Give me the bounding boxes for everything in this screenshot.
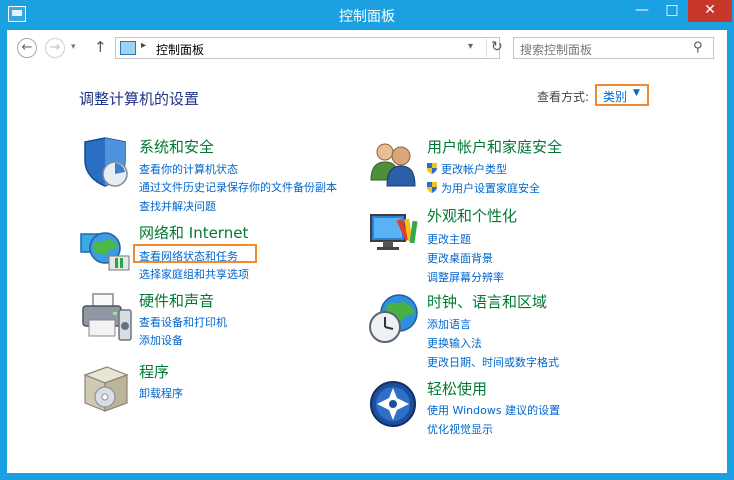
category-title[interactable]: 硬件和声音	[139, 290, 214, 311]
refresh-button[interactable]: ↻	[486, 39, 503, 57]
category-title[interactable]: 时钟、语言和区域	[427, 291, 547, 312]
clock-globe-icon[interactable]	[367, 291, 421, 345]
category-title[interactable]: 程序	[139, 361, 169, 382]
category-ease-of-access: 轻松使用 使用 Windows 建议的设置 优化视觉显示	[367, 378, 667, 440]
category-title[interactable]: 轻松使用	[427, 378, 487, 399]
navigation-bar: ← → ▾ ↑ ▸ 控制面板 ▾ ↻ 搜索控制面板 ⚲	[7, 30, 727, 66]
category-link[interactable]: 查看设备和打印机	[139, 314, 227, 330]
view-by-select[interactable]: 类别 ▼	[595, 84, 649, 106]
category-link[interactable]: 添加设备	[139, 332, 183, 348]
view-by-label: 查看方式:	[537, 90, 590, 104]
breadcrumb-control-panel[interactable]: 控制面板	[156, 41, 204, 58]
chevron-down-icon: ▼	[633, 88, 640, 98]
page-title: 调整计算机的设置	[79, 90, 200, 108]
control-panel-icon	[120, 41, 136, 55]
window-title: 控制面板	[339, 9, 395, 25]
category-link[interactable]: 选择家庭组和共享选项	[139, 266, 249, 282]
category-system-security: 系统和安全 查看你的计算机状态 通过文件历史记录保存你的文件备份副本 查找并解决…	[79, 136, 379, 216]
category-link[interactable]: 更改日期、时间或数字格式	[427, 354, 559, 370]
network-globe-icon[interactable]	[79, 222, 133, 276]
users-icon[interactable]	[367, 136, 421, 190]
ease-of-access-icon[interactable]	[367, 378, 421, 432]
search-input[interactable]: 搜索控制面板 ⚲	[513, 37, 714, 59]
monitor-palette-icon[interactable]	[367, 205, 421, 259]
category-title[interactable]: 外观和个性化	[427, 205, 517, 226]
shield-icon[interactable]	[79, 136, 133, 190]
search-icon[interactable]: ⚲	[693, 40, 703, 55]
view-by-value: 类别	[603, 90, 628, 104]
category-link[interactable]: 使用 Windows 建议的设置	[427, 402, 560, 418]
category-link[interactable]: 更换输入法	[427, 335, 482, 351]
recent-locations-dropdown[interactable]: ▾	[71, 42, 76, 52]
address-bar[interactable]: ▸ 控制面板 ▾ ↻	[115, 37, 503, 59]
uac-shield-icon	[427, 182, 437, 193]
category-hardware-sound: 硬件和声音 查看设备和打印机 添加设备	[79, 290, 379, 352]
maximize-button[interactable]: □	[657, 0, 687, 22]
category-link[interactable]: 查找并解决问题	[139, 198, 216, 214]
category-programs: 程序 卸载程序	[79, 361, 379, 419]
category-link[interactable]: 查看你的计算机状态	[139, 161, 238, 177]
printer-icon[interactable]	[79, 290, 133, 344]
control-panel-window: 控制面板 — □ ✕ ← → ▾ ↑ ▸ 控制面板 ▾ ↻ 搜索控制面板 ⚲ 调…	[0, 0, 734, 480]
category-link[interactable]: 通过文件历史记录保存你的文件备份副本	[139, 179, 337, 195]
up-button[interactable]: ↑	[94, 38, 107, 56]
category-link[interactable]: 优化视觉显示	[427, 421, 493, 437]
back-button[interactable]: ←	[17, 38, 37, 58]
category-clock-language-region: 时钟、语言和区域 添加语言 更换输入法 更改日期、时间或数字格式	[367, 291, 667, 371]
category-link[interactable]: 添加语言	[427, 316, 471, 332]
forward-button[interactable]: →	[45, 38, 65, 58]
category-link[interactable]: 更改主题	[427, 231, 471, 247]
address-dropdown-button[interactable]: ▾	[468, 41, 473, 52]
category-title[interactable]: 用户帐户和家庭安全	[427, 136, 562, 157]
uac-shield-icon	[427, 163, 437, 174]
control-panel-content: ← → ▾ ↑ ▸ 控制面板 ▾ ↻ 搜索控制面板 ⚲ 调整计算机的设置 查看方…	[7, 30, 727, 473]
category-link[interactable]: 为用户设置家庭安全	[441, 180, 540, 196]
category-title[interactable]: 网络和 Internet	[139, 222, 248, 243]
category-link[interactable]: 更改帐户类型	[441, 161, 507, 177]
category-link[interactable]: 调整屏幕分辨率	[427, 269, 504, 285]
title-bar[interactable]: 控制面板 — □ ✕	[0, 0, 734, 30]
category-link[interactable]: 卸载程序	[139, 385, 183, 401]
link-highlight-box	[133, 244, 257, 263]
minimize-button[interactable]: —	[627, 0, 657, 22]
category-title[interactable]: 系统和安全	[139, 136, 214, 157]
search-placeholder: 搜索控制面板	[520, 43, 593, 57]
programs-box-icon[interactable]	[79, 361, 133, 415]
close-button[interactable]: ✕	[688, 0, 732, 22]
category-link[interactable]: 更改桌面背景	[427, 250, 493, 266]
category-user-accounts: 用户帐户和家庭安全 更改帐户类型 为用户设置家庭安全	[367, 136, 667, 198]
breadcrumb-separator[interactable]: ▸	[141, 40, 146, 51]
category-appearance: 外观和个性化 更改主题 更改桌面背景 调整屏幕分辨率	[367, 205, 667, 285]
